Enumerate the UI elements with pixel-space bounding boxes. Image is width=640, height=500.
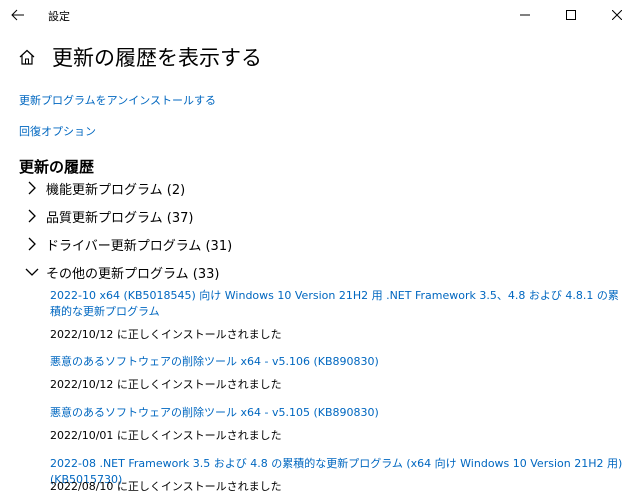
chevron-right-icon bbox=[28, 209, 36, 223]
title-bar: 設定 bbox=[0, 0, 640, 30]
minimize-button[interactable] bbox=[502, 0, 548, 30]
chevron-down-icon bbox=[25, 268, 39, 276]
back-button[interactable] bbox=[0, 0, 36, 30]
recovery-options-link[interactable]: 回復オプション bbox=[19, 123, 96, 139]
chevron-right-icon bbox=[28, 181, 36, 195]
update-history-heading: 更新の履歴 bbox=[19, 158, 95, 176]
category-label: 品質更新プログラム (37) bbox=[46, 210, 194, 226]
close-icon bbox=[612, 10, 622, 20]
category-quality-updates[interactable]: 品質更新プログラム (37) bbox=[24, 205, 193, 227]
uninstall-updates-link[interactable]: 更新プログラムをアンインストールする bbox=[19, 92, 216, 108]
home-icon[interactable] bbox=[18, 48, 36, 66]
category-label: その他の更新プログラム (33) bbox=[46, 266, 220, 282]
category-label: ドライバー更新プログラム (31) bbox=[46, 238, 233, 254]
arrow-left-icon bbox=[11, 9, 24, 21]
update-item-status: 2022/10/01 に正しくインストールされました bbox=[50, 429, 282, 442]
maximize-icon bbox=[566, 10, 576, 20]
update-item-link[interactable]: 悪意のあるソフトウェアの削除ツール x64 - v5.106 (KB890830… bbox=[50, 354, 628, 370]
app-title: 設定 bbox=[48, 10, 70, 23]
update-item-status: 2022/10/12 に正しくインストールされました bbox=[50, 328, 282, 341]
category-label: 機能更新プログラム (2) bbox=[46, 182, 186, 198]
update-item-link[interactable]: 悪意のあるソフトウェアの削除ツール x64 - v5.105 (KB890830… bbox=[50, 405, 628, 421]
category-feature-updates[interactable]: 機能更新プログラム (2) bbox=[24, 177, 185, 199]
update-item-link[interactable]: 2022-10 x64 (KB5018545) 向け Windows 10 Ve… bbox=[50, 288, 628, 320]
update-item-status: 2022/10/12 に正しくインストールされました bbox=[50, 378, 282, 391]
chevron-right-icon bbox=[28, 237, 36, 251]
minimize-icon bbox=[520, 14, 530, 16]
close-button[interactable] bbox=[594, 0, 640, 30]
page-title: 更新の履歴を表示する bbox=[52, 46, 262, 70]
category-driver-updates[interactable]: ドライバー更新プログラム (31) bbox=[24, 233, 232, 255]
category-other-updates[interactable]: その他の更新プログラム (33) bbox=[24, 261, 219, 283]
maximize-button[interactable] bbox=[548, 0, 594, 30]
update-item-status: 2022/08/10 に正しくインストールされました bbox=[50, 480, 282, 493]
